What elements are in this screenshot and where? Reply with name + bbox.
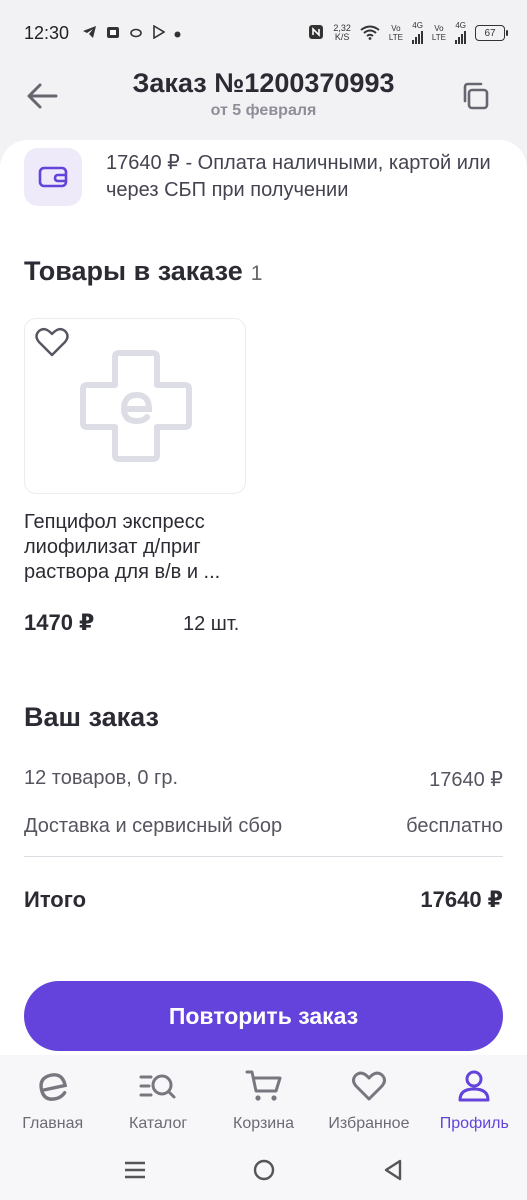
summary-title: Ваш заказ xyxy=(24,702,159,732)
payment-info: 17640 ₽ - Оплата наличными, картой или ч… xyxy=(24,148,503,206)
total-value: 17640 ₽ xyxy=(420,887,503,912)
items-title-text: Товары в заказе xyxy=(24,256,243,286)
product-price: 1470 ₽ xyxy=(24,610,95,635)
order-date: от 5 февраля xyxy=(210,102,317,119)
menu-icon xyxy=(124,1161,145,1179)
sim1-tag-top: Vo xyxy=(391,24,401,33)
repeat-order-button[interactable]: Повторить заказ xyxy=(24,981,503,1051)
nav-profile-label: Профиль xyxy=(439,1115,509,1132)
nav-catalog-label: Каталог xyxy=(129,1115,188,1132)
home-button[interactable] xyxy=(244,1150,284,1190)
triangle-back-icon xyxy=(384,1159,401,1181)
catalog-search-icon xyxy=(139,1067,177,1105)
sim2-volte-tag: Vo LTE xyxy=(432,24,446,42)
items-section-title: Товары в заказе 1 xyxy=(24,256,262,287)
heart-icon xyxy=(351,1067,387,1105)
net-speed-unit: K/S xyxy=(334,32,350,42)
delivery-value: бесплатно xyxy=(406,815,503,837)
signal-icon xyxy=(411,30,423,44)
recents-button[interactable] xyxy=(115,1150,155,1190)
cart-icon xyxy=(245,1067,283,1105)
battery-icon: 67 xyxy=(475,25,508,41)
nav-favorites[interactable]: Избранное xyxy=(316,1055,421,1140)
copy-icon xyxy=(463,82,489,110)
page-header: Заказ №1200370993 от 5 февраля xyxy=(0,66,527,130)
product-quantity: 12 шт. xyxy=(183,613,240,635)
total-label: Итого xyxy=(24,887,87,912)
nav-cart[interactable]: Корзина xyxy=(211,1055,316,1140)
sim1-volte-tag: Vo LTE xyxy=(389,24,403,42)
total-row: Итого 17640 ₽ xyxy=(24,887,503,913)
product-image[interactable] xyxy=(24,318,246,494)
sim2-tag-bottom: LTE xyxy=(431,33,446,42)
placeholder-logo-icon xyxy=(79,349,193,468)
order-card: 17640 ₽ - Оплата наличными, картой или ч… xyxy=(0,140,527,1055)
nav-home-label: Главная xyxy=(22,1115,84,1132)
nav-cart-label: Корзина xyxy=(233,1115,294,1132)
copy-button[interactable] xyxy=(457,78,493,114)
signal-icon xyxy=(455,30,466,44)
play-store-icon xyxy=(152,24,166,41)
favorite-button[interactable] xyxy=(35,327,69,359)
battery-level: 67 xyxy=(484,27,496,39)
net-speed: 2,32 K/S xyxy=(333,24,351,42)
profile-icon xyxy=(457,1067,491,1105)
sim2-gen: 4G xyxy=(455,21,466,30)
telegram-icon xyxy=(82,25,97,41)
system-nav-bar xyxy=(0,1140,527,1200)
bottom-nav: Главная Каталог Корзина Избранное Профил… xyxy=(0,1055,527,1140)
wallet-icon-box xyxy=(24,148,82,206)
divider xyxy=(24,856,503,857)
sim1-signal: 4G xyxy=(411,21,423,44)
circle-home-icon xyxy=(253,1159,274,1181)
nav-profile[interactable]: Профиль xyxy=(422,1055,527,1140)
sim1-tag-bottom: LTE xyxy=(388,33,403,42)
summary-goods-row: 12 товаров, 0 гр. 17640 ₽ xyxy=(24,767,503,792)
sim2-signal: 4G xyxy=(455,22,466,44)
summary-delivery-row: Доставка и сервисный сбор бесплатно xyxy=(24,815,503,838)
delivery-label: Доставка и сервисный сбор xyxy=(24,815,283,837)
nfc-icon xyxy=(308,24,324,42)
payment-text: 17640 ₽ - Оплата наличными, картой или ч… xyxy=(106,152,491,201)
wallet-icon xyxy=(38,166,68,188)
ring-icon xyxy=(129,26,143,40)
nav-catalog[interactable]: Каталог xyxy=(105,1055,210,1140)
product-name[interactable]: Гепцифол экспресс лиофилизат д/приг раст… xyxy=(24,510,274,585)
system-back-button[interactable] xyxy=(373,1150,413,1190)
status-time: 12:30 xyxy=(24,22,70,43)
goods-value: 17640 ₽ xyxy=(429,769,503,791)
dot-icon xyxy=(174,26,181,40)
home-e-icon xyxy=(36,1067,70,1105)
items-count: 1 xyxy=(250,262,263,285)
sim2-tag-top: Vo xyxy=(434,24,444,33)
status-bar: 12:30 2,32 K/S Vo LTE 4G Vo LTE 4G 67 xyxy=(0,0,527,66)
goods-label: 12 товаров, 0 гр. xyxy=(24,767,179,789)
page-title: Заказ №1200370993 xyxy=(132,68,395,98)
nav-favorites-label: Избранное xyxy=(328,1115,410,1132)
nav-home[interactable]: Главная xyxy=(0,1055,105,1140)
sim1-gen: 4G xyxy=(412,21,423,30)
heart-icon xyxy=(35,327,69,357)
wifi-icon xyxy=(360,25,380,42)
app-notification-icon xyxy=(106,25,120,41)
